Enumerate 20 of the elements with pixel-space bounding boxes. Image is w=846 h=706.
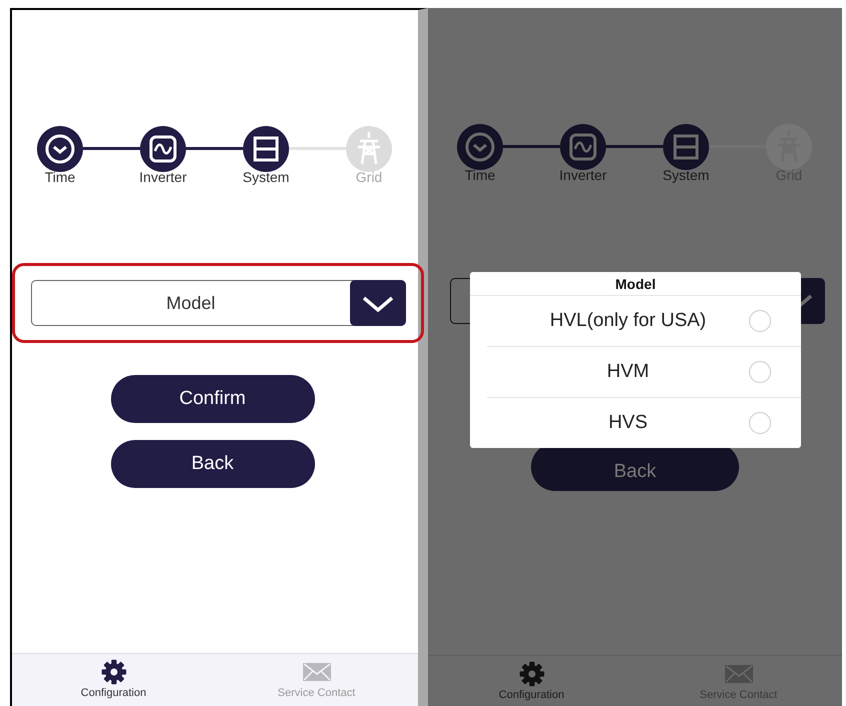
- confirm-button[interactable]: Confirm: [110, 375, 314, 423]
- step-label: Inverter: [559, 167, 607, 183]
- step-label: System: [242, 169, 290, 185]
- radio-button[interactable]: [749, 361, 771, 383]
- tab[interactable]: Configuration: [12, 654, 215, 706]
- option-label: HVS: [607, 412, 649, 434]
- model-option[interactable]: HVM: [487, 347, 801, 398]
- model-option[interactable]: HVL(only for USA): [487, 296, 801, 347]
- step-label: Time: [464, 167, 496, 183]
- step-label: Grid: [356, 169, 382, 185]
- option-label: HVL(only for USA): [548, 310, 708, 332]
- dialog-title: Model: [470, 272, 801, 296]
- option-label: HVM: [606, 361, 650, 383]
- radio-button[interactable]: [749, 412, 771, 434]
- step-label: System: [662, 167, 710, 183]
- step-label: Inverter: [139, 169, 187, 185]
- step-label: Time: [44, 169, 76, 185]
- back-button[interactable]: Back: [110, 440, 314, 488]
- radio-button[interactable]: [749, 310, 771, 332]
- model-dropdown[interactable]: Model: [31, 280, 405, 326]
